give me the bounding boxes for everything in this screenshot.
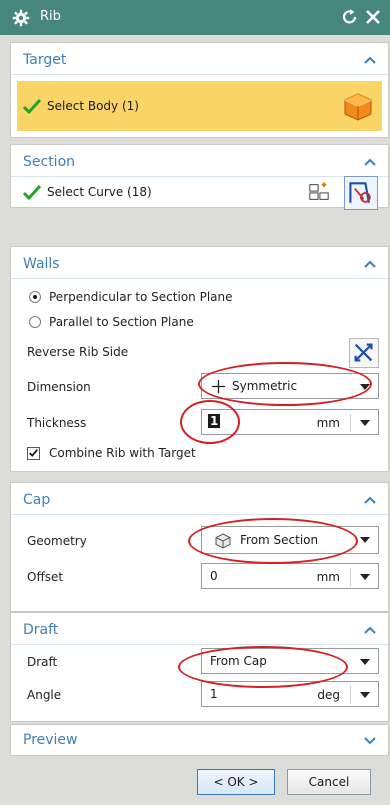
thickness-separator xyxy=(350,414,351,432)
draft-label: Draft xyxy=(27,655,58,669)
symmetric-plus-icon xyxy=(211,379,226,394)
chevron-down-icon[interactable] xyxy=(364,736,376,746)
reset-icon[interactable] xyxy=(340,7,360,27)
sketch-section-button[interactable] xyxy=(344,176,378,210)
preview-panel: Preview xyxy=(10,724,389,756)
radio-perpendicular[interactable] xyxy=(29,291,41,303)
geometry-value: From Section xyxy=(240,533,319,547)
draft-value: From Cap xyxy=(210,654,267,668)
window-title: Rib xyxy=(40,9,61,24)
angle-unit[interactable]: deg xyxy=(317,688,340,702)
chevron-up-icon[interactable] xyxy=(364,55,376,65)
draft-title: Draft xyxy=(23,622,59,638)
dropdown-arrow-icon[interactable] xyxy=(360,659,370,666)
thickness-value[interactable]: 1 xyxy=(208,414,221,428)
dimension-label: Dimension xyxy=(27,380,91,394)
radio-parallel[interactable] xyxy=(29,316,41,328)
walls-panel: Walls Perpendicular to Section Plane Par… xyxy=(10,246,389,472)
section-header[interactable]: Section xyxy=(11,145,388,177)
section-panel: Section Select Curve (18) xyxy=(10,144,389,210)
chevron-up-icon[interactable] xyxy=(364,495,376,505)
solid-body-icon[interactable] xyxy=(342,91,374,123)
title-bar: Rib xyxy=(0,0,390,35)
dropdown-arrow-icon[interactable] xyxy=(360,537,370,544)
dropdown-arrow-icon[interactable] xyxy=(360,692,370,699)
reverse-rib-side-label: Reverse Rib Side xyxy=(27,345,129,359)
select-body-row[interactable]: Select Body (1) xyxy=(17,81,382,131)
geometry-select[interactable]: From Section xyxy=(201,526,379,554)
angle-label: Angle xyxy=(27,688,62,702)
close-icon[interactable] xyxy=(364,8,382,26)
thickness-unit[interactable]: mm xyxy=(317,416,340,430)
offset-separator xyxy=(350,568,351,586)
preview-title: Preview xyxy=(23,732,78,748)
checkbox-check-icon xyxy=(29,449,38,457)
sketch-section-icon xyxy=(349,182,371,203)
angle-field[interactable]: 1 deg xyxy=(201,681,379,707)
cap-title: Cap xyxy=(23,492,51,508)
combine-rib-label[interactable]: Combine Rib with Target xyxy=(49,446,196,460)
dropdown-arrow-icon[interactable] xyxy=(360,384,370,391)
chevron-up-icon[interactable] xyxy=(364,157,376,167)
thickness-field[interactable]: 1 mm xyxy=(201,409,379,435)
draft-header[interactable]: Draft xyxy=(11,613,388,645)
chevron-up-icon[interactable] xyxy=(364,625,376,635)
radio-parallel-label[interactable]: Parallel to Section Plane xyxy=(49,315,194,329)
checkmark-icon xyxy=(23,184,41,200)
geometry-label: Geometry xyxy=(27,534,87,548)
cancel-button[interactable]: Cancel xyxy=(287,769,371,795)
draft-select[interactable]: From Cap xyxy=(201,648,379,674)
cap-panel: Cap Geometry From Section Offset 0 mm xyxy=(10,482,389,612)
walls-title: Walls xyxy=(23,256,60,272)
offset-label: Offset xyxy=(27,570,64,584)
gear-icon[interactable] xyxy=(12,9,30,27)
select-curve-row[interactable]: Select Curve (18) xyxy=(11,175,388,210)
combine-rib-checkbox[interactable] xyxy=(27,447,40,460)
thickness-label: Thickness xyxy=(27,416,87,430)
checkmark-icon xyxy=(23,98,41,114)
dropdown-arrow-icon[interactable] xyxy=(360,574,370,581)
preview-header[interactable]: Preview xyxy=(11,725,388,757)
dimension-value: Symmetric xyxy=(232,379,298,393)
cap-header[interactable]: Cap xyxy=(11,483,388,515)
chevron-up-icon[interactable] xyxy=(364,259,376,269)
walls-header[interactable]: Walls xyxy=(11,247,388,279)
from-section-cube-icon xyxy=(215,533,231,549)
curve-rule-icon[interactable] xyxy=(308,181,330,203)
radio-perpendicular-label[interactable]: Perpendicular to Section Plane xyxy=(49,290,233,304)
angle-separator xyxy=(350,686,351,704)
select-body-label: Select Body (1) xyxy=(47,99,139,113)
offset-unit[interactable]: mm xyxy=(317,570,340,584)
ok-button[interactable]: < OK > xyxy=(197,769,275,795)
select-curve-label: Select Curve (18) xyxy=(47,185,152,199)
target-title: Target xyxy=(23,52,67,68)
reverse-rib-side-button[interactable] xyxy=(349,338,379,368)
offset-value[interactable]: 0 xyxy=(210,569,218,583)
offset-field[interactable]: 0 mm xyxy=(201,563,379,589)
section-title: Section xyxy=(23,154,76,170)
dimension-select[interactable]: Symmetric xyxy=(201,373,379,399)
target-header[interactable]: Target xyxy=(11,43,388,75)
target-panel: Target Select Body (1) xyxy=(10,42,389,138)
angle-value[interactable]: 1 xyxy=(210,687,218,701)
draft-panel: Draft Draft From Cap Angle 1 deg xyxy=(10,612,389,722)
dropdown-arrow-icon[interactable] xyxy=(360,420,370,427)
reverse-direction-icon xyxy=(354,343,373,362)
